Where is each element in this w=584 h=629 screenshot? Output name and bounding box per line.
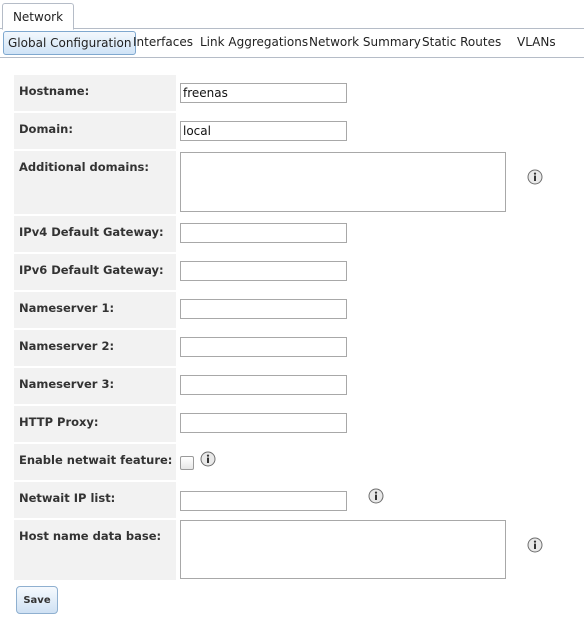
ipv4-gateway-field[interactable]	[180, 223, 347, 243]
top-tab-bar: Network	[0, 0, 584, 30]
http-proxy-label: HTTP Proxy:	[14, 406, 176, 442]
info-icon[interactable]	[527, 537, 543, 553]
netwait-label: Enable netwait feature:	[14, 444, 176, 480]
ipv6-gateway-label: IPv6 Default Gateway:	[14, 254, 176, 290]
nameserver3-label: Nameserver 3:	[14, 368, 176, 404]
sub-tab-bar: Global Configuration Interfaces Link Agg…	[0, 29, 584, 58]
domain-field[interactable]	[180, 121, 347, 141]
nameserver2-field[interactable]	[180, 337, 347, 357]
netwait-checkbox[interactable]	[180, 456, 194, 470]
tab-link-aggregations[interactable]: Link Aggregations	[196, 31, 312, 55]
tab-vlans[interactable]: VLANs	[513, 31, 560, 55]
info-icon[interactable]	[368, 488, 384, 504]
nameserver3-field[interactable]	[180, 375, 347, 395]
tab-interfaces[interactable]: Interfaces	[129, 31, 197, 55]
additional-domains-label: Additional domains:	[14, 151, 176, 214]
domain-label: Domain:	[14, 113, 176, 149]
ipv4-gateway-label: IPv4 Default Gateway:	[14, 216, 176, 252]
tab-network-summary[interactable]: Network Summary	[305, 31, 425, 55]
ipv6-gateway-field[interactable]	[180, 261, 347, 281]
info-icon[interactable]	[200, 451, 216, 467]
save-button[interactable]: Save	[16, 586, 58, 614]
nameserver1-field[interactable]	[180, 299, 347, 319]
http-proxy-field[interactable]	[180, 413, 347, 433]
tab-static-routes[interactable]: Static Routes	[418, 31, 505, 55]
nameserver1-label: Nameserver 1:	[14, 292, 176, 328]
netwait-ip-list-field[interactable]	[180, 491, 347, 511]
additional-domains-field[interactable]	[180, 152, 506, 212]
netwait-ip-list-label: Netwait IP list:	[14, 482, 176, 518]
tab-global-configuration[interactable]: Global Configuration	[3, 31, 137, 55]
info-icon[interactable]	[527, 169, 543, 185]
tab-network[interactable]: Network	[2, 3, 74, 30]
host-db-label: Host name data base:	[14, 520, 176, 580]
host-db-field[interactable]	[180, 520, 506, 579]
nameserver2-label: Nameserver 2:	[14, 330, 176, 366]
hostname-label: Hostname:	[14, 75, 176, 111]
hostname-field[interactable]	[180, 83, 347, 103]
